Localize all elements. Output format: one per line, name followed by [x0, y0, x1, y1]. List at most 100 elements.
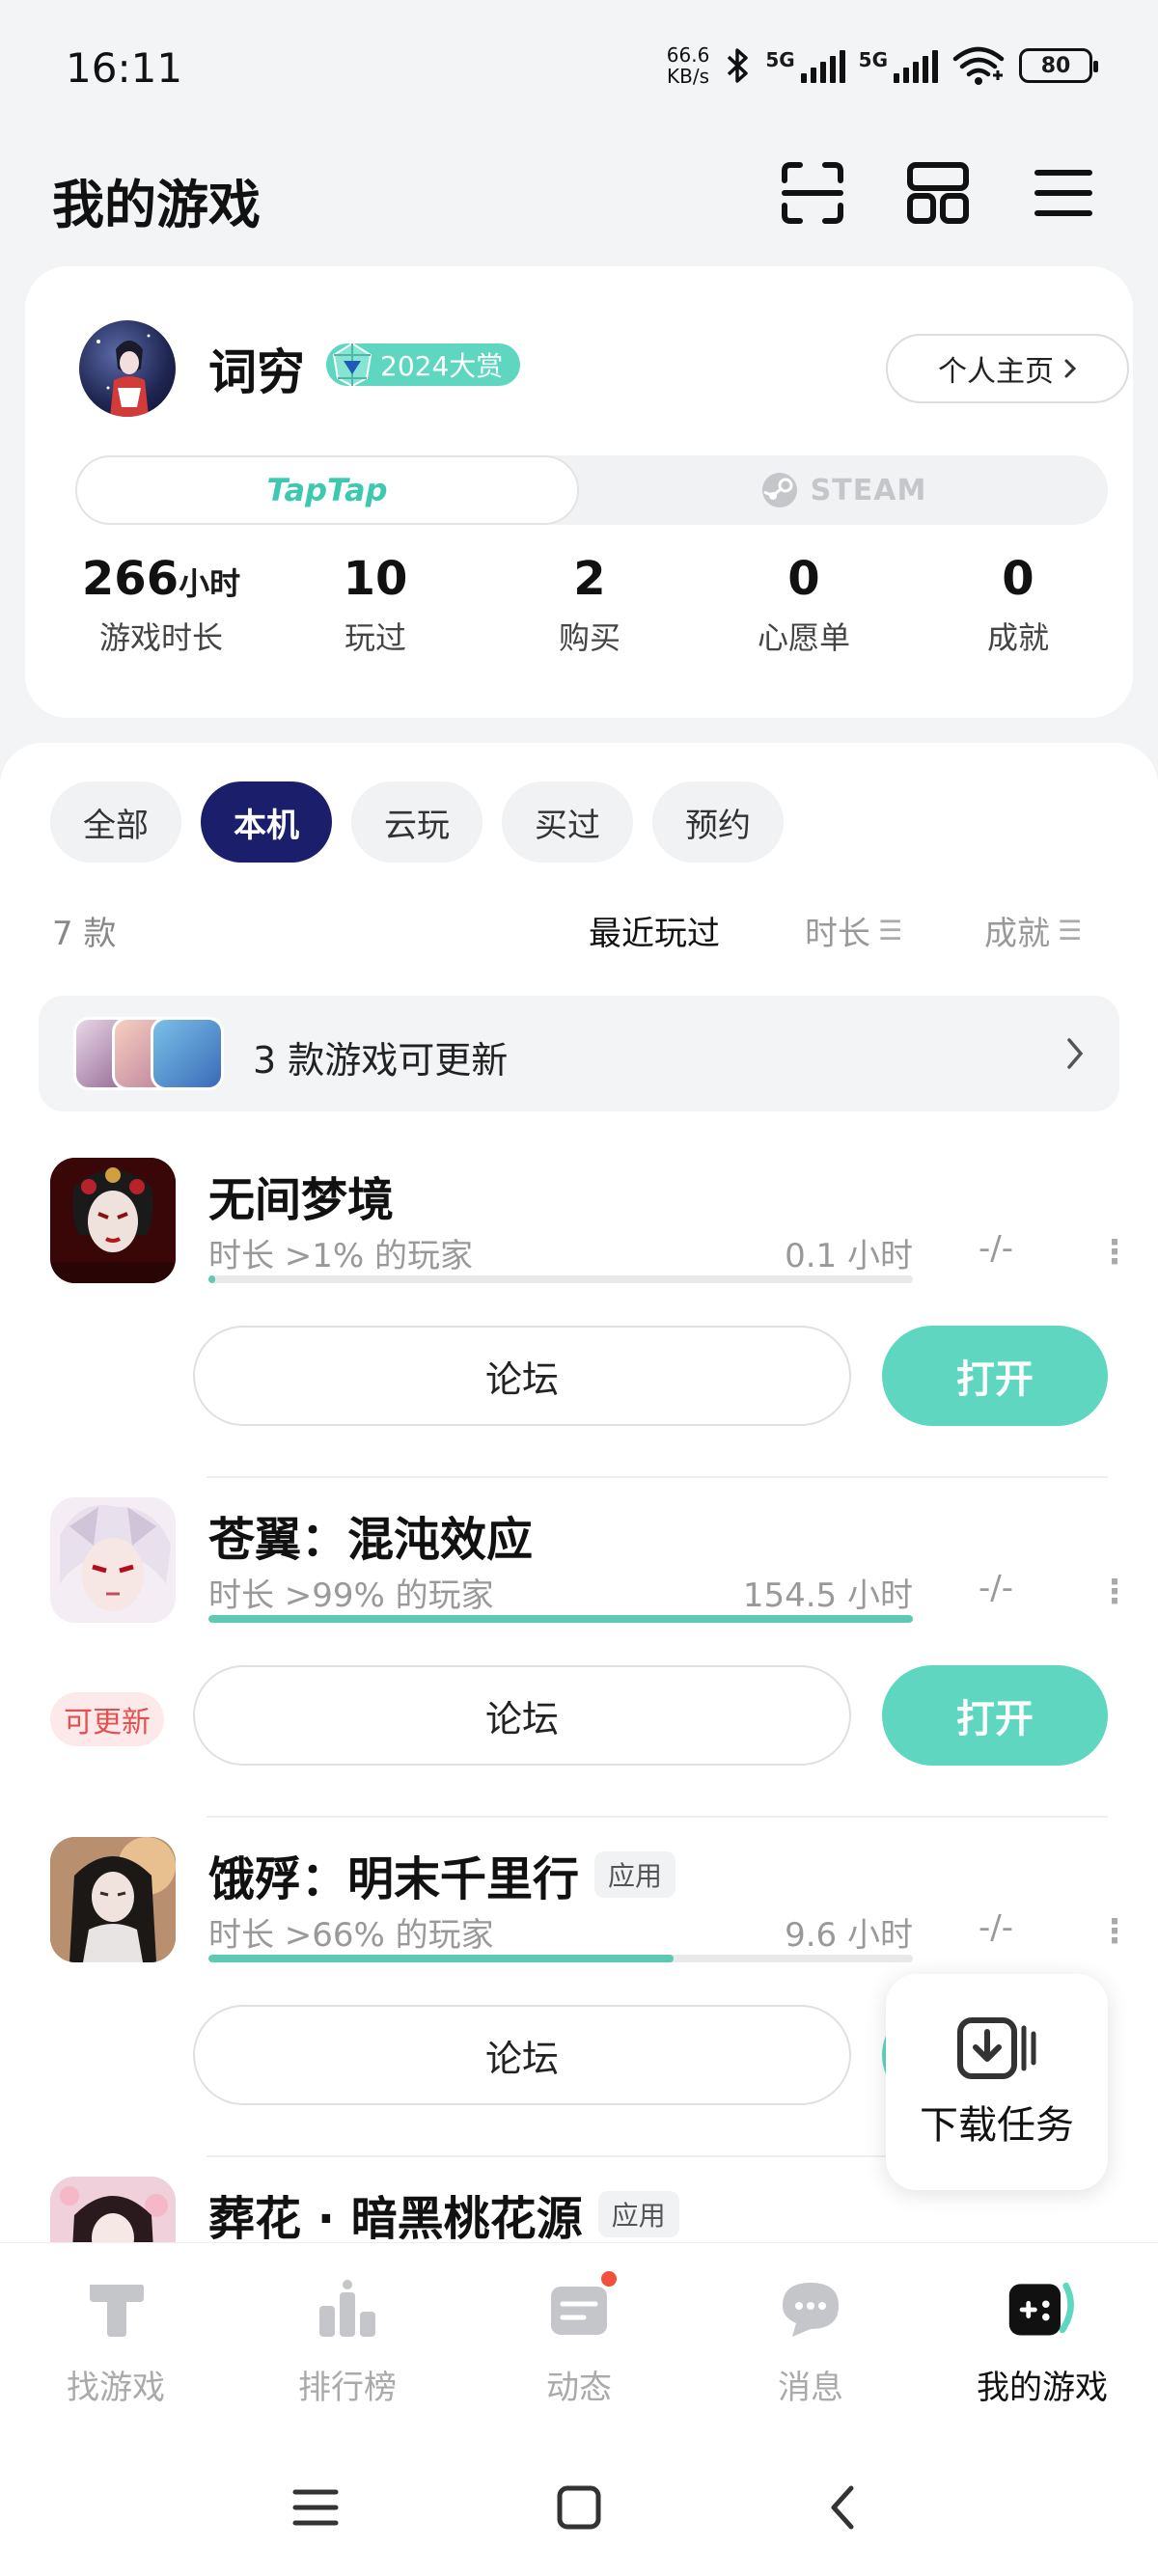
chevron-right-icon [1064, 359, 1077, 378]
game-icon[interactable] [50, 1497, 176, 1623]
playtime-percentile: 时长 >99% 的玩家 [208, 1576, 494, 1615]
game-row: 苍翼：混沌效应 时长 >99% 的玩家 154.5 小时 -/- ⋮ 可更新 论… [0, 1497, 1158, 1835]
download-icon [957, 2017, 1036, 2079]
achievement-count: -/- [979, 1569, 1013, 1607]
chip-all[interactable]: 全部 [50, 781, 181, 863]
steam-icon [761, 473, 797, 507]
update-text: 3 款游戏可更新 [253, 1039, 509, 1082]
more-options-icon[interactable]: ⋮ [1098, 1573, 1131, 1611]
app-tag: 应用 [594, 1851, 676, 1898]
chip-cloud[interactable]: 云玩 [351, 781, 482, 863]
profile-page-button[interactable]: 个人主页 [886, 334, 1129, 403]
award-badge[interactable]: 2024大赏 [326, 342, 521, 388]
sort-icon: ☰ [1058, 915, 1083, 946]
wifi-icon [952, 46, 1005, 85]
game-title[interactable]: 葬花 · 暗黑桃花源 应用 [208, 2180, 679, 2248]
playtime-progress-fill [208, 1275, 216, 1283]
divider [207, 1816, 1108, 1818]
scan-icon[interactable] [774, 154, 851, 232]
update-banner[interactable]: 3 款游戏可更新 [39, 996, 1119, 1111]
game-thumb [151, 1017, 224, 1090]
more-options-icon[interactable]: ⋮ [1098, 1912, 1131, 1951]
platform-toggle: TapTap STEAM [75, 455, 1108, 525]
stat-played[interactable]: 10 玩过 [268, 552, 482, 658]
profile-card: 词穷 2024大赏 个人主页 TapTap STEAM 266小时 游戏时长 1… [25, 266, 1133, 718]
filter-chips: 全部 本机 云玩 买过 预约 [50, 781, 784, 863]
playtime-progress-bar [208, 1275, 913, 1283]
open-button[interactable]: 打开 [882, 1326, 1108, 1426]
download-tasks-label: 下载任务 [920, 2103, 1074, 2148]
notification-dot [598, 2268, 620, 2289]
message-icon [774, 2272, 847, 2345]
page-title: 我的游戏 [52, 175, 261, 235]
menu-icon[interactable] [1025, 154, 1102, 232]
nav-feed[interactable]: 动态 [463, 2243, 695, 2435]
sort-duration[interactable]: 时长 ☰ [805, 907, 902, 954]
back-icon[interactable] [809, 2474, 876, 2541]
stat-wishlist[interactable]: 0 心愿单 [697, 552, 911, 658]
game-title[interactable]: 苍翼：混沌效应 [208, 1501, 533, 1569]
home-icon[interactable] [545, 2474, 613, 2541]
stat-purchased[interactable]: 2 购买 [482, 552, 697, 658]
platform-taptap-tab[interactable]: TapTap [75, 455, 579, 525]
playtime-percentile: 时长 >66% 的玩家 [208, 1916, 494, 1955]
nav-messages[interactable]: 消息 [695, 2243, 926, 2435]
avatar[interactable] [79, 320, 176, 417]
net-speed: 66.6 KB/s [666, 43, 710, 88]
game-icon[interactable] [50, 2177, 176, 2248]
more-options-icon[interactable]: ⋮ [1098, 1233, 1131, 1272]
chip-local[interactable]: 本机 [201, 781, 332, 863]
playtime-hours: 154.5 小时 [742, 1576, 913, 1615]
recents-menu-icon[interactable] [282, 2474, 349, 2541]
playtime-hours: 9.6 小时 [785, 1916, 913, 1955]
gem-icon [332, 342, 372, 388]
chip-reserved[interactable]: 预约 [652, 781, 784, 863]
game-icon[interactable] [50, 1837, 176, 1962]
forum-button[interactable]: 论坛 [193, 1665, 851, 1766]
forum-button[interactable]: 论坛 [193, 1326, 851, 1426]
app-tag: 应用 [597, 2191, 679, 2237]
game-count: 7 款 [52, 915, 117, 953]
playtime-progress-fill [208, 1615, 913, 1623]
sort-recent[interactable]: 最近玩过 [589, 907, 720, 954]
status-time: 16:11 [66, 44, 183, 92]
update-game-icons [73, 1017, 228, 1090]
download-tasks-button[interactable]: 下载任务 [886, 1974, 1108, 2190]
grid-icon[interactable] [899, 154, 977, 232]
signal-2-icon: 5G [859, 48, 938, 83]
nav-find-game[interactable]: 找游戏 [0, 2243, 232, 2435]
feed-icon [542, 2268, 620, 2345]
game-title[interactable]: 无间梦境 [208, 1162, 394, 1229]
signal-1-icon: 5G [765, 48, 845, 83]
chip-bought[interactable]: 买过 [502, 781, 633, 863]
stat-achievements[interactable]: 0 成就 [911, 552, 1125, 658]
username: 词穷 [208, 344, 305, 400]
open-button[interactable]: 打开 [882, 1665, 1108, 1766]
game-icon[interactable] [50, 1158, 176, 1283]
battery-icon: 80 [1019, 48, 1098, 83]
playtime-progress-bar [208, 1615, 913, 1623]
bluetooth-icon [728, 48, 749, 83]
nav-ranking[interactable]: 排行榜 [232, 2243, 463, 2435]
nav-my-games[interactable]: 我的游戏 [926, 2243, 1158, 2435]
achievement-count: -/- [979, 1908, 1013, 1947]
playtime-progress-bar [208, 1955, 913, 1962]
stat-playtime[interactable]: 266小时 游戏时长 [54, 552, 268, 658]
forum-button[interactable]: 论坛 [193, 2005, 851, 2105]
find-game-icon [79, 2272, 152, 2345]
platform-steam-tab[interactable]: STEAM [579, 455, 1108, 525]
update-available-tag: 可更新 [50, 1692, 164, 1746]
system-nav-bar [0, 2435, 1158, 2576]
ranking-icon [311, 2272, 384, 2345]
playtime-progress-fill [208, 1955, 674, 1962]
playtime-percentile: 时长 >1% 的玩家 [208, 1237, 474, 1275]
game-title[interactable]: 饿殍：明末千里行 应用 [208, 1841, 676, 1908]
bottom-nav: 找游戏 排行榜 动态 消息 我的游戏 [0, 2242, 1158, 2435]
divider [207, 1476, 1108, 1478]
playtime-hours: 0.1 小时 [785, 1237, 913, 1275]
status-bar: 16:11 66.6 KB/s 5G 5G 80 [0, 0, 1158, 145]
chevron-right-icon [1067, 1038, 1084, 1069]
my-games-icon [1006, 2272, 1079, 2345]
sort-achievement[interactable]: 成就 ☰ [984, 907, 1082, 954]
sort-icon: ☰ [878, 915, 903, 946]
